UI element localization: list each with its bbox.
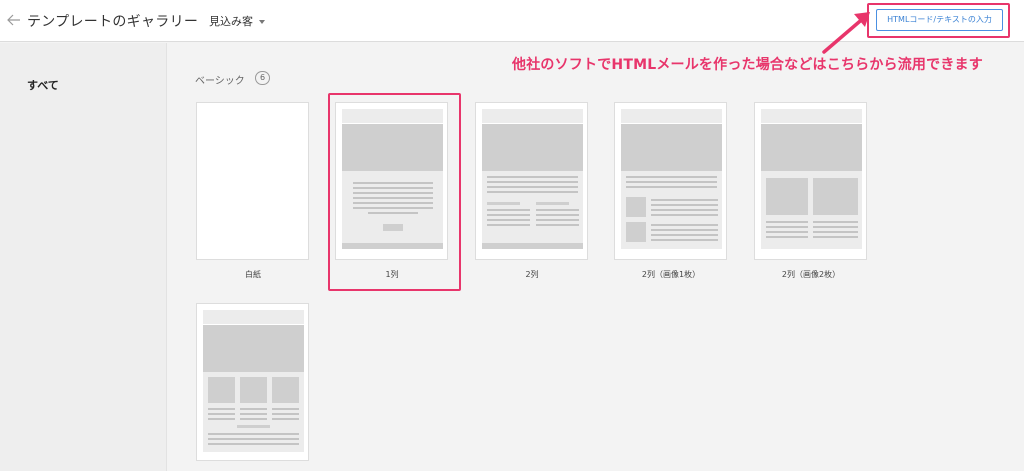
thumb-line xyxy=(487,181,578,183)
sidebar: すべて xyxy=(0,43,167,471)
thumb-line xyxy=(208,433,299,435)
back-arrow-icon[interactable] xyxy=(6,10,24,30)
template-label-one-column: 1列 xyxy=(385,270,399,279)
annotation-text: 他社のソフトでHTMLメールを作った場合などはこちらから流用できます xyxy=(512,57,983,73)
template-card-one-column[interactable] xyxy=(335,102,448,260)
thumb-hero-image xyxy=(621,124,722,171)
thumb-line xyxy=(353,192,433,194)
thumb-image xyxy=(626,197,646,217)
thumb-line xyxy=(651,204,718,206)
thumb-line xyxy=(813,231,858,233)
thumb-line xyxy=(353,187,433,189)
audience-dropdown-label: 見込み客 xyxy=(209,15,253,28)
thumb-hero-image xyxy=(482,124,583,171)
thumb-line xyxy=(368,212,418,214)
thumb-header-strip xyxy=(203,310,304,324)
thumb-line xyxy=(487,209,530,211)
thumb-line xyxy=(651,214,718,216)
thumb-line xyxy=(813,236,858,238)
thumb-line xyxy=(626,186,717,188)
template-label-two-column-one-image: 2列（画像1枚） xyxy=(641,270,701,279)
thumb-line xyxy=(651,209,718,211)
thumb-line xyxy=(536,219,579,221)
thumb-line xyxy=(487,191,578,193)
thumb-line xyxy=(536,214,579,216)
thumb-line xyxy=(651,224,718,226)
thumb-line xyxy=(487,186,578,188)
thumb-line xyxy=(487,176,578,178)
thumb-line xyxy=(536,209,579,211)
thumb-line xyxy=(272,418,299,420)
thumb-line xyxy=(240,408,267,410)
thumb-line xyxy=(766,226,808,228)
thumb-line xyxy=(487,224,530,226)
template-label-two-column: 2列 xyxy=(525,270,539,279)
template-label-blank: 白紙 xyxy=(245,270,261,279)
thumb-heading xyxy=(237,425,270,428)
thumb-line xyxy=(626,181,717,183)
thumb-line xyxy=(813,226,858,228)
thumb-hero-image xyxy=(761,124,862,171)
highlight-html-button xyxy=(867,3,1010,38)
thumb-line xyxy=(651,199,718,201)
thumb-line xyxy=(353,202,433,204)
thumb-line xyxy=(766,221,808,223)
thumb-header-strip xyxy=(482,109,583,123)
template-card-two-column[interactable] xyxy=(475,102,588,260)
thumb-line xyxy=(272,413,299,415)
page-title: テンプレートのギャラリー xyxy=(27,14,199,30)
thumb-heading xyxy=(536,202,569,205)
thumb-image xyxy=(766,178,808,215)
thumb-image xyxy=(208,377,235,403)
thumb-button xyxy=(383,224,403,231)
thumb-image xyxy=(272,377,299,403)
thumb-line xyxy=(208,408,235,410)
section-title: ベーシック xyxy=(195,76,245,87)
thumb-hero-image xyxy=(203,325,304,372)
template-card-two-column-two-images[interactable] xyxy=(754,102,867,260)
thumb-line xyxy=(626,176,717,178)
thumb-line xyxy=(208,418,235,420)
thumb-header-strip xyxy=(342,109,443,123)
template-card-two-column-one-image[interactable] xyxy=(614,102,727,260)
audience-dropdown[interactable]: 見込み客 xyxy=(209,13,265,29)
thumb-line xyxy=(651,229,718,231)
thumb-image xyxy=(240,377,267,403)
sidebar-item-all[interactable]: すべて xyxy=(27,77,59,93)
thumb-image xyxy=(626,222,646,242)
caret-down-icon xyxy=(259,20,265,24)
template-card-blank[interactable] xyxy=(196,102,309,260)
thumb-line xyxy=(208,413,235,415)
thumb-line xyxy=(766,231,808,233)
section-count-badge: 6 xyxy=(255,71,270,85)
thumb-footer xyxy=(482,243,583,249)
thumb-heading xyxy=(487,202,520,205)
thumb-line xyxy=(487,214,530,216)
thumb-line xyxy=(240,418,267,420)
thumb-line xyxy=(353,207,433,209)
pointer-arrow-icon xyxy=(822,12,870,54)
thumb-line xyxy=(353,182,433,184)
thumb-line xyxy=(651,239,718,241)
thumb-image xyxy=(813,178,858,215)
thumb-line xyxy=(272,408,299,410)
thumb-line xyxy=(240,413,267,415)
thumb-line xyxy=(813,221,858,223)
template-label-two-column-two-images: 2列（画像2枚） xyxy=(781,270,841,279)
thumb-line xyxy=(536,224,579,226)
thumb-line xyxy=(208,443,299,445)
template-card-three-column[interactable] xyxy=(196,303,309,461)
thumb-footer xyxy=(342,243,443,249)
thumb-line xyxy=(353,197,433,199)
thumb-line xyxy=(487,219,530,221)
thumb-hero-image xyxy=(342,124,443,171)
thumb-header-strip xyxy=(761,109,862,123)
thumb-header-strip xyxy=(621,109,722,123)
thumb-line xyxy=(651,234,718,236)
thumb-line xyxy=(208,438,299,440)
thumb-line xyxy=(766,236,808,238)
